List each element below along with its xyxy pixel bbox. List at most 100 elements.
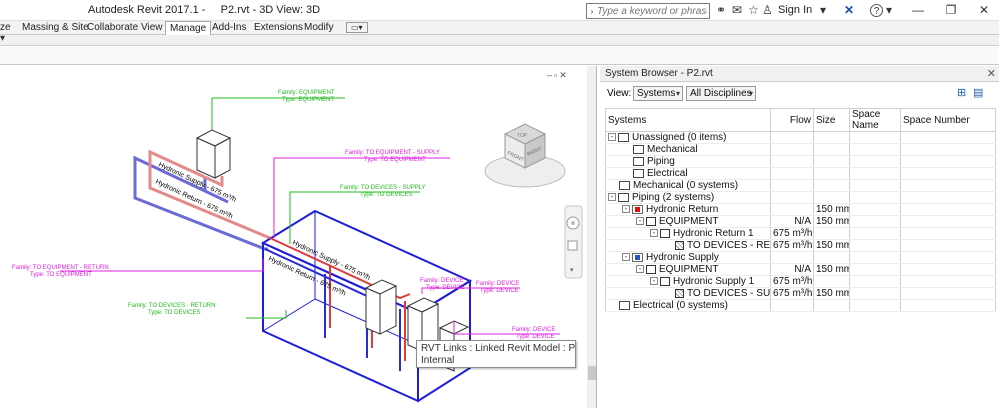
table-row[interactable]: - Hydronic Supply 1 675 m³/h: [605, 275, 996, 288]
table-row[interactable]: - Hydronic Supply: [605, 251, 996, 264]
table-row[interactable]: Piping: [605, 155, 996, 168]
tree-toggle-icon[interactable]: -: [622, 205, 630, 214]
system-cell[interactable]: TO DEVICES - RETUR...: [605, 239, 771, 252]
system-cell[interactable]: - Hydronic Supply: [605, 251, 771, 264]
equipment-icon: [646, 264, 656, 274]
3d-view[interactable]: –▫✕ Family: EQUIPMENT Type: EQUIPMENT Fa…: [0, 66, 597, 408]
tree-toggle-icon[interactable]: -: [608, 133, 616, 142]
system-cell[interactable]: Mechanical (0 systems): [605, 179, 771, 192]
table-row[interactable]: Electrical: [605, 167, 996, 180]
sign-in-button[interactable]: Sign In: [778, 4, 812, 16]
space-name-cell: [849, 179, 901, 192]
table-row[interactable]: - Piping (2 systems): [605, 191, 996, 204]
column-settings-icon[interactable]: ▤: [973, 87, 985, 99]
tree-toggle-icon[interactable]: -: [636, 265, 644, 274]
tab-manage[interactable]: Manage: [165, 21, 212, 35]
user-icon[interactable]: ♙: [762, 4, 773, 17]
minimize-icon[interactable]: —: [904, 2, 932, 19]
system-cell[interactable]: Electrical: [605, 167, 771, 180]
system-cell[interactable]: - EQUIPMENT: [605, 263, 771, 276]
favorites-star-icon[interactable]: ☆: [748, 4, 759, 17]
tree-toggle-icon[interactable]: -: [608, 193, 616, 202]
column-header-space-number[interactable]: Space Number: [900, 108, 996, 132]
viewcube[interactable]: TOP FRONT RIGHT: [484, 123, 566, 188]
system-cell[interactable]: - Unassigned (0 items): [605, 131, 771, 144]
tree-toggle-icon[interactable]: -: [650, 277, 658, 286]
close-icon[interactable]: ✕: [970, 2, 998, 19]
space-name-cell: [849, 263, 901, 276]
nav-menu-icon[interactable]: ▾: [570, 267, 574, 274]
equipment-box[interactable]: [195, 129, 232, 179]
tab-modify[interactable]: Modify: [300, 21, 337, 35]
space-number-cell: [900, 203, 996, 216]
flow-cell: [770, 143, 814, 156]
system-cell[interactable]: Electrical (0 systems): [605, 299, 771, 312]
table-row[interactable]: - EQUIPMENT N/A 150 mm: [605, 263, 996, 276]
table-row[interactable]: TO DEVICES - RETUR...675 m³/h150 mm: [605, 239, 996, 252]
system-cell[interactable]: Piping: [605, 155, 771, 168]
search-box[interactable]: ›: [586, 3, 710, 19]
equipment-icon: [660, 228, 670, 238]
space-number-cell: [900, 167, 996, 180]
table-row[interactable]: Mechanical: [605, 143, 996, 156]
qat-dropdown-icon[interactable]: ▾: [0, 33, 5, 44]
system-cell[interactable]: Mechanical: [605, 143, 771, 156]
chevron-down-icon[interactable]: ▾: [820, 4, 826, 17]
system-browser-title: System Browser - P2.rvt: [605, 68, 713, 79]
table-row[interactable]: Electrical (0 systems): [605, 299, 996, 312]
row-label: Hydronic Return 1: [673, 228, 754, 239]
row-label: Electrical (0 systems): [633, 300, 729, 311]
ribbon-toggle-icon[interactable]: ▭▾: [346, 22, 368, 33]
column-header-space-name[interactable]: Space Name: [849, 108, 901, 132]
table-row[interactable]: - EQUIPMENT N/A 150 mm: [605, 215, 996, 228]
vertical-scrollbar[interactable]: [587, 66, 596, 408]
tab-collaborate[interactable]: Collaborate: [83, 21, 142, 35]
help-dropdown-icon[interactable]: ▾: [886, 4, 892, 17]
table-row[interactable]: Mechanical (0 systems): [605, 179, 996, 192]
restore-icon[interactable]: ❐: [937, 2, 965, 19]
subscription-icon[interactable]: ✉: [732, 4, 742, 17]
view-select[interactable]: Systems ▾: [633, 86, 683, 101]
table-row[interactable]: TO DEVICES - SUPPLY...675 m³/h150 mm: [605, 287, 996, 300]
binoculars-icon[interactable]: ⚭: [716, 4, 726, 17]
system-cell[interactable]: - EQUIPMENT: [605, 215, 771, 228]
system-cell[interactable]: - Piping (2 systems): [605, 191, 771, 204]
row-label: Piping (2 systems): [632, 192, 715, 203]
terminal-icon: [675, 288, 684, 298]
tab-massing-site[interactable]: Massing & Site: [18, 21, 93, 35]
tab-view[interactable]: View: [137, 21, 167, 35]
help-icon[interactable]: ?: [870, 4, 883, 17]
table-row[interactable]: - Hydronic Return 150 mm: [605, 203, 996, 216]
table-row[interactable]: - Unassigned (0 items): [605, 131, 996, 144]
tab-extensions[interactable]: Extensions: [250, 21, 307, 35]
space-name-cell: [849, 251, 901, 264]
space-name-cell: [849, 131, 901, 144]
close-icon[interactable]: ✕: [987, 67, 996, 80]
system-browser-title-bar[interactable]: System Browser - P2.rvt ✕: [600, 66, 999, 82]
system-cell[interactable]: - Hydronic Return: [605, 203, 771, 216]
system-cell[interactable]: - Hydronic Return 1: [605, 227, 771, 240]
exchange-apps-icon[interactable]: ✕: [844, 4, 854, 17]
search-expand-icon[interactable]: ›: [587, 7, 597, 16]
space-name-cell: [849, 239, 901, 252]
column-header-flow[interactable]: Flow: [770, 108, 814, 132]
tab-add-ins[interactable]: Add-Ins: [208, 21, 250, 35]
system-cell[interactable]: - Hydronic Supply 1: [605, 275, 771, 288]
table-row[interactable]: - Hydronic Return 1 675 m³/h: [605, 227, 996, 240]
column-header-systems[interactable]: Systems: [605, 108, 771, 132]
navigation-bar[interactable]: ▾: [564, 205, 583, 279]
scrollbar-thumb[interactable]: [588, 366, 596, 380]
autofit-columns-icon[interactable]: ⊞: [957, 87, 969, 99]
search-input[interactable]: [597, 4, 707, 18]
flow-cell: 675 m³/h: [770, 227, 814, 240]
tree-toggle-icon[interactable]: -: [636, 217, 644, 226]
tag-equipment-family: Family: EQUIPMENT: [278, 90, 335, 96]
tree-toggle-icon[interactable]: -: [650, 229, 658, 238]
system-cell[interactable]: TO DEVICES - SUPPLY...: [605, 287, 771, 300]
row-label: EQUIPMENT: [659, 264, 719, 275]
discipline-select[interactable]: All Disciplines ▾: [686, 86, 756, 101]
zoom-icon[interactable]: [567, 240, 578, 251]
column-header-size[interactable]: Size: [813, 108, 850, 132]
tree-toggle-icon[interactable]: -: [622, 253, 630, 262]
title-bar: Autodesk Revit 2017.1 - P2.rvt - 3D View…: [0, 0, 999, 21]
